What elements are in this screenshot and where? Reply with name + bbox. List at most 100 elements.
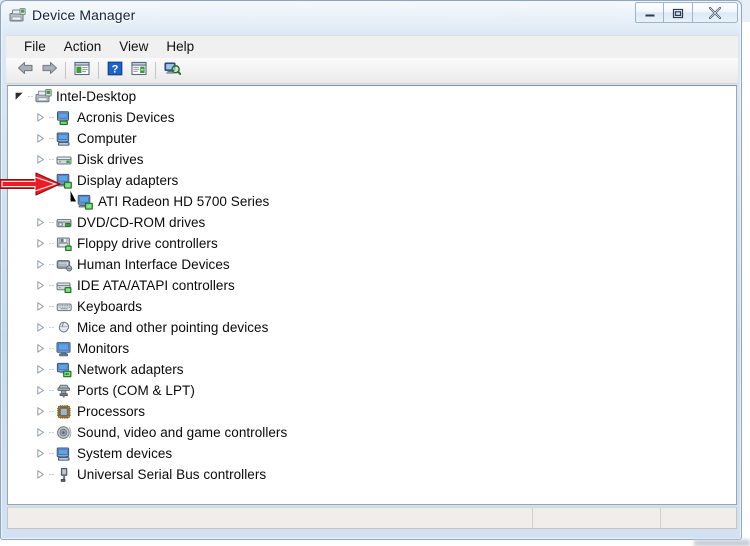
twisty-expanded-icon[interactable] (33, 170, 48, 191)
menu-file[interactable]: File (15, 37, 55, 57)
tree-item-label: Network adapters (77, 362, 184, 377)
status-pane-1 (8, 508, 532, 528)
computer-icon (55, 128, 73, 149)
twisty-collapsed-icon[interactable] (33, 296, 48, 317)
properties-icon (131, 61, 147, 81)
usb-controller-icon (55, 464, 73, 485)
tree-root-row[interactable]: Intel-Desktop (8, 86, 736, 107)
tree-connector (27, 86, 34, 107)
menu-view[interactable]: View (110, 37, 157, 57)
monitor-icon (55, 338, 73, 359)
back-button[interactable] (13, 60, 37, 82)
twisty-expanded-icon[interactable] (12, 86, 27, 107)
tree-row[interactable]: Human Interface Devices (8, 254, 736, 275)
tree-row[interactable]: Display adapters (8, 170, 736, 191)
twisty-collapsed-icon[interactable] (33, 401, 48, 422)
twisty-collapsed-icon[interactable] (33, 422, 48, 443)
twisty-collapsed-icon[interactable] (33, 464, 48, 485)
mouse-icon (55, 317, 73, 338)
toolbar-separator (65, 62, 66, 79)
twisty-collapsed-icon[interactable] (33, 254, 48, 275)
twisty-collapsed-icon[interactable] (33, 149, 48, 170)
display-adapter-icon (76, 191, 94, 212)
restore-button[interactable] (664, 2, 693, 23)
hid-icon (55, 254, 73, 275)
tree-item-label: Intel-Desktop (56, 89, 137, 104)
system-device-icon (55, 443, 73, 464)
twisty-collapsed-icon[interactable] (33, 107, 48, 128)
tree-item-label: Universal Serial Bus controllers (77, 467, 267, 482)
display-adapter-icon (55, 170, 73, 191)
tree-row[interactable]: Sound, video and game controllers (8, 422, 736, 443)
desktop-background: Device Manager File Action View Help ? I… (0, 0, 750, 546)
tree-row[interactable]: Computer (8, 128, 736, 149)
svg-text:?: ? (112, 63, 119, 75)
tree-item-label: Disk drives (77, 152, 144, 167)
device-manager-window: Device Manager File Action View Help ? I… (0, 0, 742, 540)
close-button[interactable] (693, 2, 738, 23)
twisty-collapsed-icon[interactable] (33, 380, 48, 401)
tree-item-label: IDE ATA/ATAPI controllers (77, 278, 235, 293)
tree-row[interactable]: Monitors (8, 338, 736, 359)
tree-row[interactable]: Ports (COM & LPT) (8, 380, 736, 401)
processor-icon (55, 401, 73, 422)
twisty-collapsed-icon[interactable] (33, 212, 48, 233)
status-pane-2 (532, 508, 660, 528)
status-bar (7, 507, 737, 529)
twisty-collapsed-icon[interactable] (33, 359, 48, 380)
tree-connector (48, 338, 55, 359)
tree-item-label: Computer (77, 131, 137, 146)
tree-item-label: Display adapters (77, 173, 179, 188)
menu-action[interactable]: Action (55, 37, 111, 57)
tree-row[interactable]: Acronis Devices (8, 107, 736, 128)
menu-bar: File Action View Help (6, 35, 738, 58)
back-arrow-icon (17, 61, 34, 80)
tree-row[interactable]: Universal Serial Bus controllers (8, 464, 736, 485)
tree-item-label: System devices (77, 446, 173, 461)
device-tree[interactable]: Intel-Desktop Acronis Devices Computer Disk… (7, 85, 737, 505)
tree-row[interactable]: Floppy drive controllers (8, 233, 736, 254)
twisty-collapsed-icon[interactable] (33, 233, 48, 254)
tree-row[interactable]: Network adapters (8, 359, 736, 380)
tree-connector (48, 107, 55, 128)
scan-for-hardware-changes-button[interactable] (160, 60, 184, 82)
tree-item-label: Keyboards (77, 299, 142, 314)
tree-item-label: Human Interface Devices (77, 257, 230, 272)
twisty-collapsed-icon[interactable] (33, 128, 48, 149)
tree-connector (48, 275, 55, 296)
menu-help[interactable]: Help (157, 37, 203, 57)
tree-row[interactable]: Disk drives (8, 149, 736, 170)
toolbar: ? (6, 58, 738, 84)
properties-button[interactable] (127, 60, 151, 82)
tree-connector (48, 443, 55, 464)
port-icon (55, 380, 73, 401)
tree-row[interactable]: System devices (8, 443, 736, 464)
sound-controller-icon (55, 422, 73, 443)
tree-row[interactable]: Keyboards (8, 296, 736, 317)
window-title: Device Manager (32, 7, 136, 23)
twisty-collapsed-icon[interactable] (33, 338, 48, 359)
help-button[interactable]: ? (103, 60, 127, 82)
twisty-collapsed-icon[interactable] (33, 275, 48, 296)
floppy-controller-icon (55, 233, 73, 254)
tree-row[interactable]: ATI Radeon HD 5700 Series (8, 191, 736, 212)
show-hide-console-tree-button[interactable] (70, 60, 94, 82)
tree-row[interactable]: Mice and other pointing devices (8, 317, 736, 338)
tree-connector (48, 359, 55, 380)
tree-item-label: Acronis Devices (77, 110, 175, 125)
twisty-collapsed-icon[interactable] (33, 317, 48, 338)
tree-connector (69, 191, 76, 212)
tree-row[interactable]: DVD/CD-ROM drives (8, 212, 736, 233)
tree-row[interactable]: IDE ATA/ATAPI controllers (8, 275, 736, 296)
minimize-button[interactable] (635, 2, 664, 23)
tree-connector (48, 380, 55, 401)
toolbar-separator (98, 62, 99, 79)
tree-connector (48, 317, 55, 338)
toolbar-separator (155, 62, 156, 79)
tree-row[interactable]: Processors (8, 401, 736, 422)
tree-item-label: Monitors (77, 341, 130, 356)
forward-button[interactable] (37, 60, 61, 82)
title-bar[interactable]: Device Manager (1, 1, 741, 31)
twisty-collapsed-icon[interactable] (33, 443, 48, 464)
tree-connector (48, 212, 55, 233)
